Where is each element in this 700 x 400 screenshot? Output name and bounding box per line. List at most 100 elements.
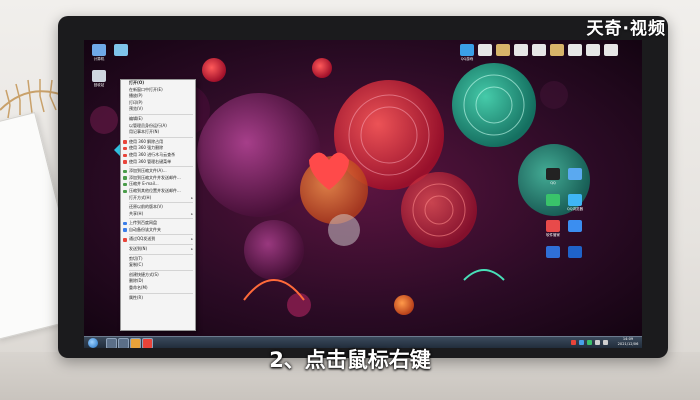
app-icon: [568, 168, 582, 180]
context-menu-item-label: 使用 360 管理右键菜单: [129, 158, 172, 164]
context-menu-item[interactable]: 添加到压缩文件(A)...: [121, 168, 195, 175]
context-menu-item-label: 用记事本打开(N): [129, 129, 160, 135]
context-menu-item-label: 添加到压缩文件并发送邮件...: [129, 174, 181, 180]
desktop-icon-label: 计算机: [93, 57, 105, 61]
submenu-arrow-icon: ▸: [191, 195, 193, 200]
desktop-icon-label: 软件管家: [546, 233, 560, 237]
context-menu-item-label: 使用 360 强力删除: [129, 145, 164, 151]
desktop-icon-top-8[interactable]: [600, 44, 622, 68]
context-menu-item-label: 发送到(N): [129, 246, 148, 252]
context-menu-item-label: 使用 360 解除占用: [129, 138, 164, 144]
context-menu-item-label: 使用 360 进行木马云查杀: [129, 151, 176, 157]
context-menu-item[interactable]: 还原以前的版本(V): [121, 204, 195, 211]
desktop-screen[interactable]: 计算机 回收站 QQ游戏 QQ QQ浏览器 软件管家 打开(O) 在新窗口中打开(E)…: [84, 40, 642, 348]
desktop-icon-right-1[interactable]: [564, 168, 586, 192]
desktop-icon-right-2[interactable]: [542, 194, 564, 218]
context-menu-item[interactable]: 属性(R): [121, 295, 195, 302]
context-menu-item[interactable]: 重命名(M): [121, 285, 195, 292]
desktop-icon-right-5[interactable]: [564, 220, 586, 244]
context-menu-item[interactable]: 打开(O): [121, 80, 195, 87]
video-subtitle: 2、点击鼠标右键: [269, 348, 431, 372]
menu-item-icon: [123, 160, 127, 164]
menu-item-icon: [123, 182, 127, 187]
app-icon: [514, 44, 528, 56]
app-icon: [546, 246, 560, 258]
desktop-icon-app[interactable]: [110, 44, 132, 68]
context-menu-item-label: 属性(R): [129, 294, 143, 300]
context-menu-item-label: 压缩并 E-mail...: [129, 181, 159, 187]
context-menu-item[interactable]: 通过QQ发送到 ▸: [121, 236, 195, 243]
context-menu-item-label: 以管理员身份运行(A): [129, 122, 167, 128]
menu-item-icon: [123, 238, 127, 242]
context-menu-item[interactable]: 创建快捷方式(S): [121, 272, 195, 279]
context-menu-item[interactable]: 使用 360 进行木马云查杀: [121, 152, 195, 159]
context-menu-item[interactable]: 共享(H) ▸: [121, 211, 195, 218]
app-icon: [568, 44, 582, 56]
context-menu-item-label: 复制(C): [129, 262, 143, 268]
app-icon: [604, 44, 618, 56]
context-menu-item-label: 打印(P): [129, 99, 143, 105]
context-menu-item-label: 自动备份该文件夹: [129, 226, 161, 232]
context-menu-item[interactable]: 发送到(N) ▸: [121, 246, 195, 253]
browser-icon: [568, 194, 582, 206]
context-menu-item-label: 重命名(M): [129, 285, 148, 291]
menu-separator: [129, 166, 193, 168]
app-icon: [496, 44, 510, 56]
app-icon: [568, 220, 582, 232]
context-menu-item[interactable]: 压缩并 E-mail...: [121, 181, 195, 188]
context-menu-item[interactable]: 删除(D): [121, 278, 195, 285]
context-menu-item-label: 删除(D): [129, 278, 144, 284]
context-menu-item[interactable]: 播放(P): [121, 93, 195, 100]
context-menu-item-label: 共享(H): [129, 210, 144, 216]
desktop-icon-label: QQ: [550, 181, 556, 185]
app-icon: [586, 44, 600, 56]
context-menu-item-label: 创建快捷方式(S): [129, 271, 159, 277]
computer-icon: [92, 44, 106, 56]
menu-separator: [129, 202, 193, 204]
qq-icon: [546, 168, 560, 180]
context-menu-item[interactable]: 压缩到其他位置并发送邮件...: [121, 188, 195, 195]
qq-games-icon: [460, 44, 474, 56]
desktop-icon-right-3[interactable]: QQ浏览器: [564, 194, 586, 218]
context-menu-item-label: 打开(O): [129, 80, 145, 85]
context-menu-item[interactable]: 以管理员身份运行(A): [121, 123, 195, 130]
context-menu-item[interactable]: 预览(V): [121, 106, 195, 113]
desktop-icon-computer[interactable]: 计算机: [88, 44, 110, 68]
context-menu-item-label: 打开方式(H): [129, 194, 152, 200]
app-icon: [478, 44, 492, 56]
desktop-icon-right-6[interactable]: [542, 246, 564, 270]
context-menu-item[interactable]: 在新窗口中打开(E): [121, 87, 195, 94]
context-menu-item[interactable]: 使用 360 强力删除: [121, 145, 195, 152]
desktop-icon-right-7[interactable]: [564, 246, 586, 270]
desktop-icon-right-0[interactable]: QQ: [542, 168, 564, 192]
context-menu-item[interactable]: 打开方式(H) ▸: [121, 195, 195, 202]
desktop-icon-recycle-bin[interactable]: 回收站: [88, 70, 110, 94]
menu-separator: [129, 253, 193, 255]
context-menu-item[interactable]: 打印(P): [121, 100, 195, 107]
menu-item-icon: [123, 228, 127, 232]
menu-separator: [129, 218, 193, 220]
context-menu-item[interactable]: 用记事本打开(N): [121, 129, 195, 136]
context-menu[interactable]: 打开(O) 在新窗口中打开(E) 播放(P) 打印(P) 预览(V) 编辑(E) 以管理员身…: [120, 79, 196, 331]
software-manager-icon: [546, 220, 560, 232]
app-icon: [568, 246, 582, 258]
context-menu-item[interactable]: 剪切(T): [121, 256, 195, 263]
app-icon: [550, 44, 564, 56]
context-menu-item[interactable]: 添加到压缩文件并发送邮件...: [121, 175, 195, 182]
menu-item-icon: [123, 176, 127, 180]
context-menu-item[interactable]: 使用 360 管理右键菜单: [121, 159, 195, 166]
context-menu-item-label: 预览(V): [129, 106, 143, 112]
context-menu-item[interactable]: 使用 360 解除占用: [121, 139, 195, 146]
context-menu-item[interactable]: 复制(C): [121, 262, 195, 269]
context-menu-item[interactable]: 自动备份该文件夹: [121, 227, 195, 234]
context-menu-item-label: 通过QQ发送到: [129, 236, 156, 242]
menu-separator: [129, 113, 193, 115]
context-menu-item-label: 剪切(T): [129, 255, 143, 261]
watermark-logo: 天奇·视频: [586, 19, 666, 39]
context-menu-item[interactable]: 编辑(E): [121, 116, 195, 123]
desktop-icon-right-4[interactable]: 软件管家: [542, 220, 564, 244]
submenu-arrow-icon: ▸: [191, 211, 193, 216]
menu-item-icon: [123, 169, 127, 174]
context-menu-item[interactable]: 上传到百度网盘: [121, 220, 195, 227]
context-menu-item-label: 在新窗口中打开(E): [129, 86, 163, 92]
